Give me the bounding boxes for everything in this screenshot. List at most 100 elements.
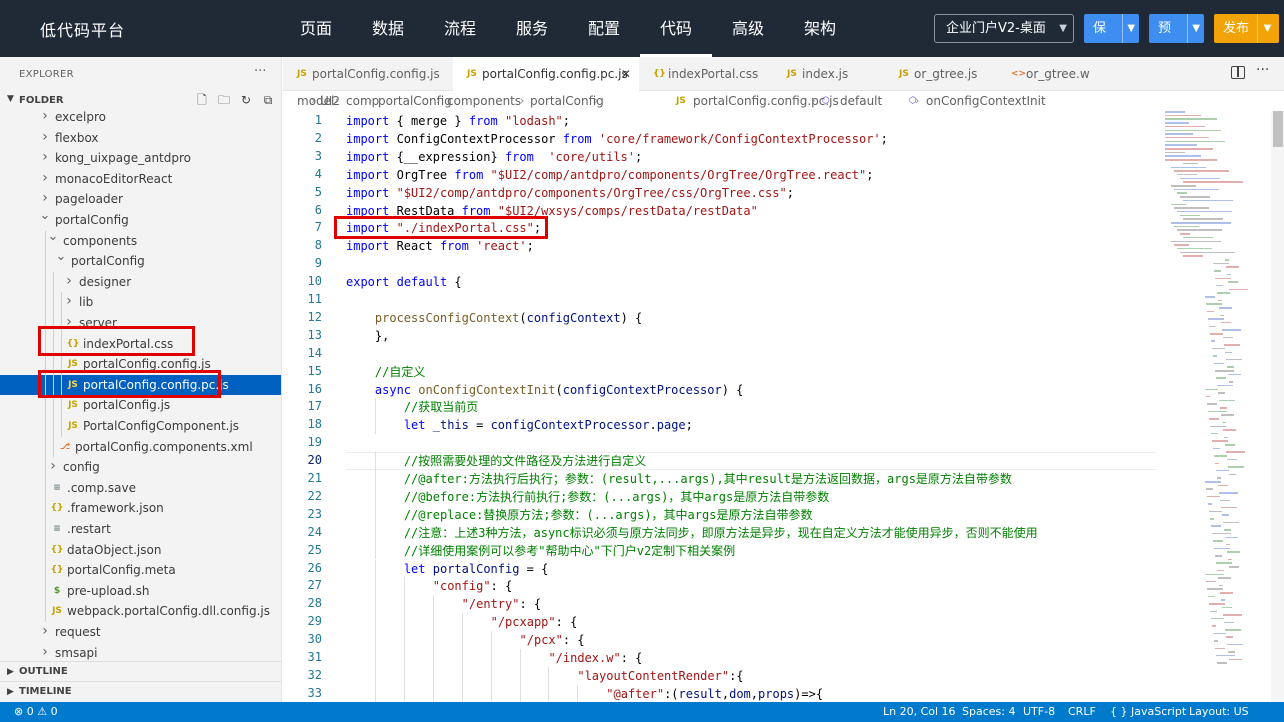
tree-file[interactable]: {} .framework.json: [0, 498, 281, 518]
minimap[interactable]: [1165, 111, 1269, 671]
indent-guide: [461, 684, 463, 702]
js-file-icon: JS: [68, 421, 78, 431]
breadcrumb-item[interactable]: components: [447, 91, 521, 111]
more-icon[interactable]: ···: [1256, 62, 1269, 78]
code-token: //@after:方法执行后执行；参数：(result,...args),其中r…: [403, 472, 1012, 486]
breadcrumb-item[interactable]: comp: [346, 91, 379, 111]
tree-folder[interactable]: › lib: [0, 292, 281, 312]
problems-indicator[interactable]: ⊗ 0 ⚠ 0: [14, 702, 58, 722]
tree-file[interactable]: JS PortalConfigComponent.js: [0, 416, 281, 436]
breadcrumb-item[interactable]: portalConfig.config.pc.js: [693, 91, 839, 111]
collapse-all-icon[interactable]: ⧉: [260, 92, 276, 108]
minimap-line: [1223, 429, 1236, 431]
line-number: 28: [307, 596, 322, 611]
tree-item-label: flexbox: [55, 130, 99, 145]
chevron-down-icon[interactable]: ▼: [1257, 14, 1277, 43]
outline-section[interactable]: ▶ OUTLINE: [0, 661, 282, 681]
timeline-section[interactable]: ▶ TIMELINE: [0, 681, 282, 701]
preview-button[interactable]: 预览 ▼: [1149, 14, 1204, 43]
nav-item-3[interactable]: 服务: [496, 0, 568, 57]
tree-folder[interactable]: › monacoEditorReact: [0, 169, 281, 189]
nav-item-7[interactable]: 架构: [784, 0, 856, 57]
minimap-line: [1226, 266, 1239, 268]
minimap-line: [1177, 173, 1197, 176]
tree-folder[interactable]: › flexbox: [0, 128, 281, 148]
tree-folder[interactable]: › config: [0, 457, 281, 477]
chevron-down-icon[interactable]: ▼: [1122, 14, 1139, 43]
tree-item-label: portalConfig.config.js: [83, 357, 211, 372]
indentation[interactable]: Spaces: 4: [962, 702, 1015, 722]
breadcrumb-item[interactable]: default: [840, 91, 882, 111]
line-number: 26: [307, 560, 322, 575]
editor-scrollbar[interactable]: [1271, 111, 1284, 702]
tree-file[interactable]: ≡ .comp.save: [0, 478, 281, 498]
tree-file[interactable]: ⎇ portalConfig.components.xml: [0, 437, 281, 457]
tree-folder[interactable]: › kong_uixpage_antdpro: [0, 148, 281, 168]
encoding[interactable]: UTF-8: [1023, 702, 1055, 722]
tab-2[interactable]: {} indexPortal.css: [639, 57, 773, 91]
tab-4[interactable]: JS or_gtree.js: [885, 57, 997, 91]
minimap-line: [1229, 566, 1239, 568]
nav-item-1[interactable]: 数据: [352, 0, 424, 57]
publish-button[interactable]: 发布 ▼: [1214, 14, 1279, 43]
nav-item-2[interactable]: 流程: [424, 0, 496, 57]
tree-folder[interactable]: › smsapi: [0, 643, 281, 663]
tree-file[interactable]: JS portalConfig.config.js: [0, 354, 281, 374]
keyboard-layout[interactable]: Layout: US: [1189, 702, 1249, 722]
nav-item-4[interactable]: 配置: [568, 0, 640, 57]
tree-file[interactable]: JS webpack.portalConfig.dll.config.js: [0, 601, 281, 621]
breadcrumb-item[interactable]: onConfigContextInit: [926, 91, 1046, 111]
cursor-position[interactable]: Ln 20, Col 16: [883, 702, 956, 722]
tree-folder[interactable]: › designer: [0, 272, 281, 292]
more-icon[interactable]: ···: [254, 64, 266, 79]
breadcrumb-item[interactable]: portalConfig: [530, 91, 604, 111]
minimap-line: [1216, 562, 1232, 564]
code-token: OrgTree: [389, 167, 455, 182]
line-ending[interactable]: CRLF: [1068, 702, 1096, 722]
tab-5[interactable]: <> or_gtree.w: [997, 57, 1109, 91]
code-token: (: [519, 310, 527, 325]
nav-item-5[interactable]: 代码: [640, 0, 712, 57]
minimap-line: [1205, 296, 1215, 298]
tree-file[interactable]: ≡ .restart: [0, 519, 281, 539]
tree-folder[interactable]: ⌄ portalConfig: [0, 249, 281, 271]
minimap-line: [1224, 344, 1240, 346]
chevron-down-icon[interactable]: ▼: [1187, 14, 1204, 43]
new-file-icon[interactable]: 🗋: [194, 92, 210, 108]
chevron-right-icon: ›: [335, 94, 340, 107]
tree-folder[interactable]: › excelpro: [0, 107, 281, 127]
save-button[interactable]: 保存 ▼: [1084, 14, 1139, 43]
language-mode[interactable]: { } JavaScript: [1110, 702, 1186, 722]
tree-folder[interactable]: › server: [0, 313, 281, 333]
scrollbar-thumb[interactable]: [1273, 111, 1283, 147]
nav-item-0[interactable]: 页面: [280, 0, 352, 57]
breadcrumb-item[interactable]: portalConfig: [378, 91, 452, 111]
tree-file[interactable]: {} indexPortal.css: [0, 334, 281, 354]
nav-item-6[interactable]: 高级: [712, 0, 784, 57]
chevron-down-icon: ▼: [1059, 23, 1067, 34]
code-line: "config": {: [433, 577, 512, 595]
split-editor-icon[interactable]: [1231, 66, 1245, 79]
code-editor[interactable]: 1 import { merge } from "lodash"; 2 import …: [283, 111, 1284, 702]
app-select[interactable]: 企业门户V2-桌面 ▼: [934, 14, 1074, 43]
new-folder-icon[interactable]: 🗀: [216, 92, 232, 108]
code-line: "@after":(result,dom,props)=>{: [606, 685, 823, 702]
tab-0[interactable]: JS portalConfig.config.js: [283, 57, 453, 91]
tree-file[interactable]: JS portalConfig.config.pc.js: [0, 374, 281, 395]
tab-3[interactable]: JS index.js: [773, 57, 885, 91]
tree-file[interactable]: {} portalConfig.meta: [0, 560, 281, 580]
tab-1[interactable]: JS portalConfig.config.pc.js ✕: [453, 57, 639, 92]
refresh-icon[interactable]: ↻: [238, 92, 254, 108]
minimap-line: [1212, 532, 1231, 535]
tab-file-icon: {}: [653, 69, 666, 79]
tree-file[interactable]: {} dataObject.json: [0, 540, 281, 560]
tree-folder[interactable]: › request: [0, 622, 281, 642]
close-icon[interactable]: ✕: [621, 57, 631, 91]
tree-item-label: request: [55, 625, 101, 639]
tree-file[interactable]: $ pre-upload.sh: [0, 581, 281, 601]
indent-guide: [432, 649, 434, 667]
tree-file[interactable]: JS portalConfig.js: [0, 395, 281, 415]
tree-folder[interactable]: ⌄ portalConfig: [0, 208, 281, 230]
tree-folder[interactable]: ⌄ components: [0, 229, 281, 251]
